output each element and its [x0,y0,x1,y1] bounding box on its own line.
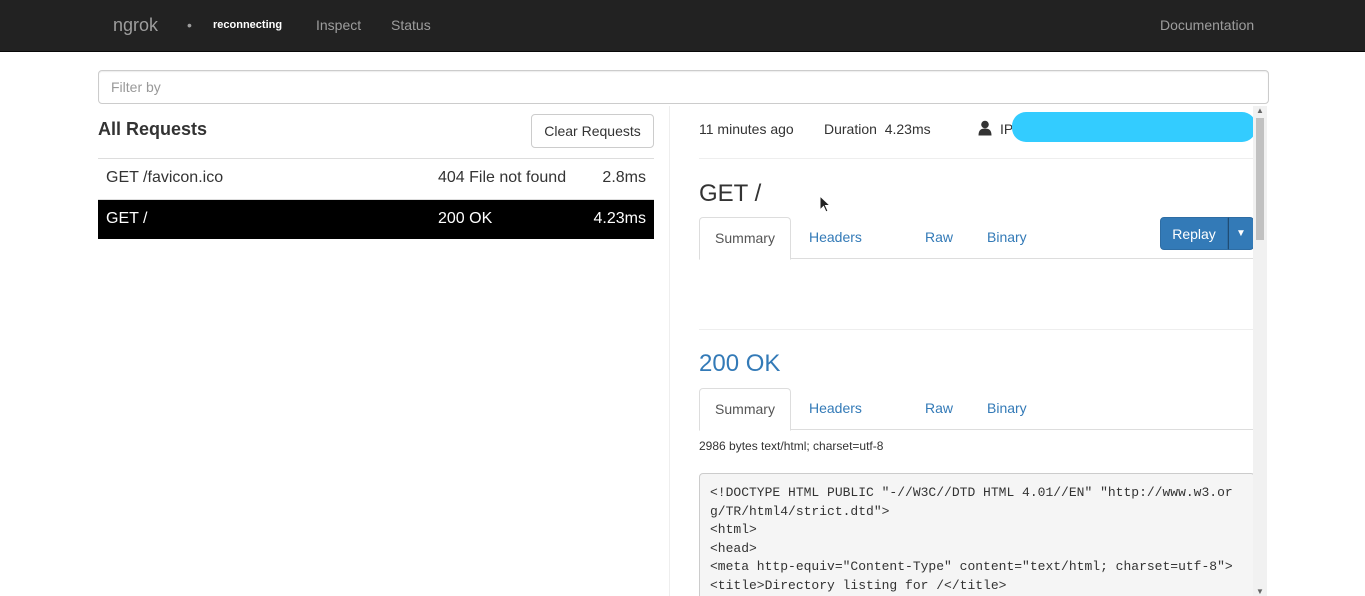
user-icon [978,120,992,136]
request-heading: GET / [699,180,762,207]
tab-request-binary[interactable]: Binary [977,217,1037,259]
nav-documentation[interactable]: Documentation [1160,17,1254,33]
tab-request-headers[interactable]: Headers [799,217,872,259]
connection-status: reconnecting [213,19,283,31]
brand-link[interactable]: ngrok [113,15,158,36]
request-duration: 2.8ms [602,169,646,186]
nav-inspect[interactable]: Inspect [316,17,361,33]
tab-response-binary[interactable]: Binary [977,388,1037,430]
code-line: <html> [710,522,757,537]
scroll-down-icon[interactable]: ▼ [1256,587,1264,596]
request-status: 404 File not found [438,169,567,186]
request-path: GET / [106,210,148,227]
code-line: <meta http-equiv="Content-Type" content=… [710,559,1233,574]
requests-table: GET /favicon.ico 404 File not found 2.8m… [98,158,654,239]
response-tabs: Summary Headers Raw Binary [699,388,1255,431]
mouse-cursor-icon [819,195,831,213]
filter-input[interactable] [98,70,1269,104]
navbar: ngrok • reconnecting Inspect Status Docu… [0,0,1365,52]
caret-down-icon[interactable]: ▼ [1228,217,1254,250]
scroll-thumb[interactable] [1256,118,1264,240]
code-line: <head> [710,540,757,556]
scroll-up-icon[interactable]: ▲ [1256,106,1264,115]
clear-requests-button[interactable]: Clear Requests [531,114,654,148]
redacted-ip [1012,112,1256,142]
replay-button[interactable]: Replay [1160,217,1228,250]
response-body-info: 2986 bytes text/html; charset=utf-8 [699,439,884,453]
response-body-code: <!DOCTYPE HTML PUBLIC "-//W3C//DTD HTML … [699,473,1255,596]
table-row-selected[interactable]: GET / 200 OK 4.23ms [98,199,654,239]
divider [699,329,1255,330]
divider [699,158,1255,159]
tab-request-summary[interactable]: Summary [699,217,791,260]
tab-response-raw[interactable]: Raw [915,388,963,430]
request-duration: 4.23ms [593,210,646,227]
table-row[interactable]: GET /favicon.ico 404 File not found 2.8m… [98,159,654,199]
request-status: 200 OK [438,210,493,227]
code-line: <title>Directory listing for /</title> [710,577,1007,593]
all-requests-title: All Requests [98,119,208,139]
status-dot: • [187,17,192,33]
tab-response-headers[interactable]: Headers [799,388,872,430]
request-time: 11 minutes ago [699,121,794,137]
tab-response-summary[interactable]: Summary [699,388,791,431]
scrollbar[interactable]: ▲ ▼ [1253,106,1267,596]
nav-status[interactable]: Status [391,17,431,33]
code-line: <!DOCTYPE HTML PUBLIC "-//W3C//DTD HTML … [710,485,1233,519]
request-detail-pane: 11 minutes ago Duration 4.23ms IP GET / … [669,106,1267,596]
response-heading: 200 OK [699,350,781,377]
tab-request-raw[interactable]: Raw [915,217,963,259]
request-path: GET /favicon.ico [106,169,224,186]
request-duration-meta: Duration 4.23ms [824,121,931,137]
